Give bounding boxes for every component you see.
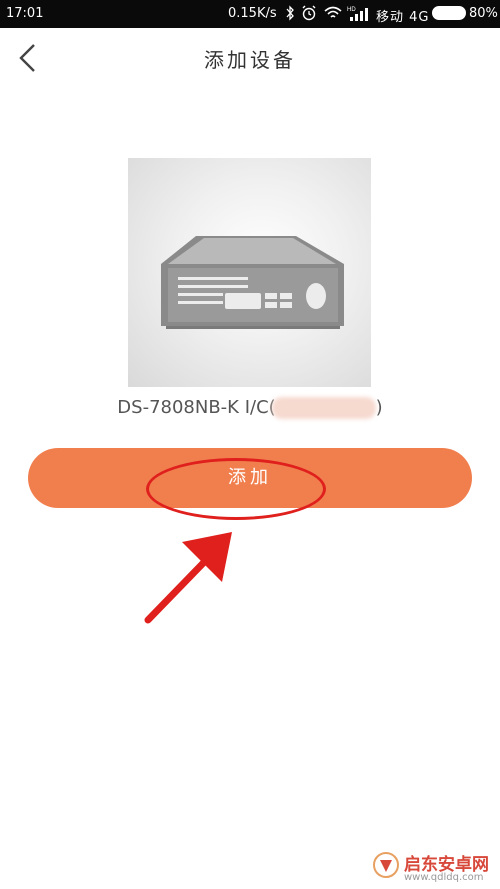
page-title: 添加设备 bbox=[204, 48, 296, 72]
status-time: 17:01 bbox=[6, 6, 44, 21]
watermark-logo-icon bbox=[373, 852, 399, 878]
nav-bar: 添加设备 bbox=[0, 28, 500, 86]
device-model-text: DS-7808NB-K I/C( bbox=[117, 397, 276, 418]
svg-text:HD: HD bbox=[347, 7, 356, 13]
redaction-mask bbox=[272, 397, 376, 419]
network-speed: 0.15K/s bbox=[228, 6, 277, 21]
battery-icon bbox=[432, 6, 466, 20]
device-model-label: DS-7808NB-K I/C() bbox=[0, 397, 500, 418]
status-bar: 17:01 0.15K/s HD 移动 4G 80% bbox=[0, 0, 500, 28]
signal-hd-icon: HD bbox=[347, 7, 368, 21]
watermark-url: www.qdldq.com bbox=[404, 872, 484, 883]
add-button[interactable]: 添加 bbox=[28, 448, 472, 508]
watermark: 启东安卓网 www.qdldq.com bbox=[372, 850, 498, 886]
alarm-icon bbox=[302, 5, 316, 21]
bluetooth-icon bbox=[286, 5, 294, 21]
battery-percent: 80% bbox=[469, 6, 498, 21]
carrier-label: 移动 4G bbox=[376, 10, 430, 25]
wifi-icon bbox=[324, 6, 342, 18]
annotation-arrow-icon bbox=[144, 532, 232, 624]
device-image bbox=[128, 158, 371, 387]
device-model-suffix: ) bbox=[375, 397, 383, 418]
nvr-device-icon bbox=[161, 236, 344, 329]
